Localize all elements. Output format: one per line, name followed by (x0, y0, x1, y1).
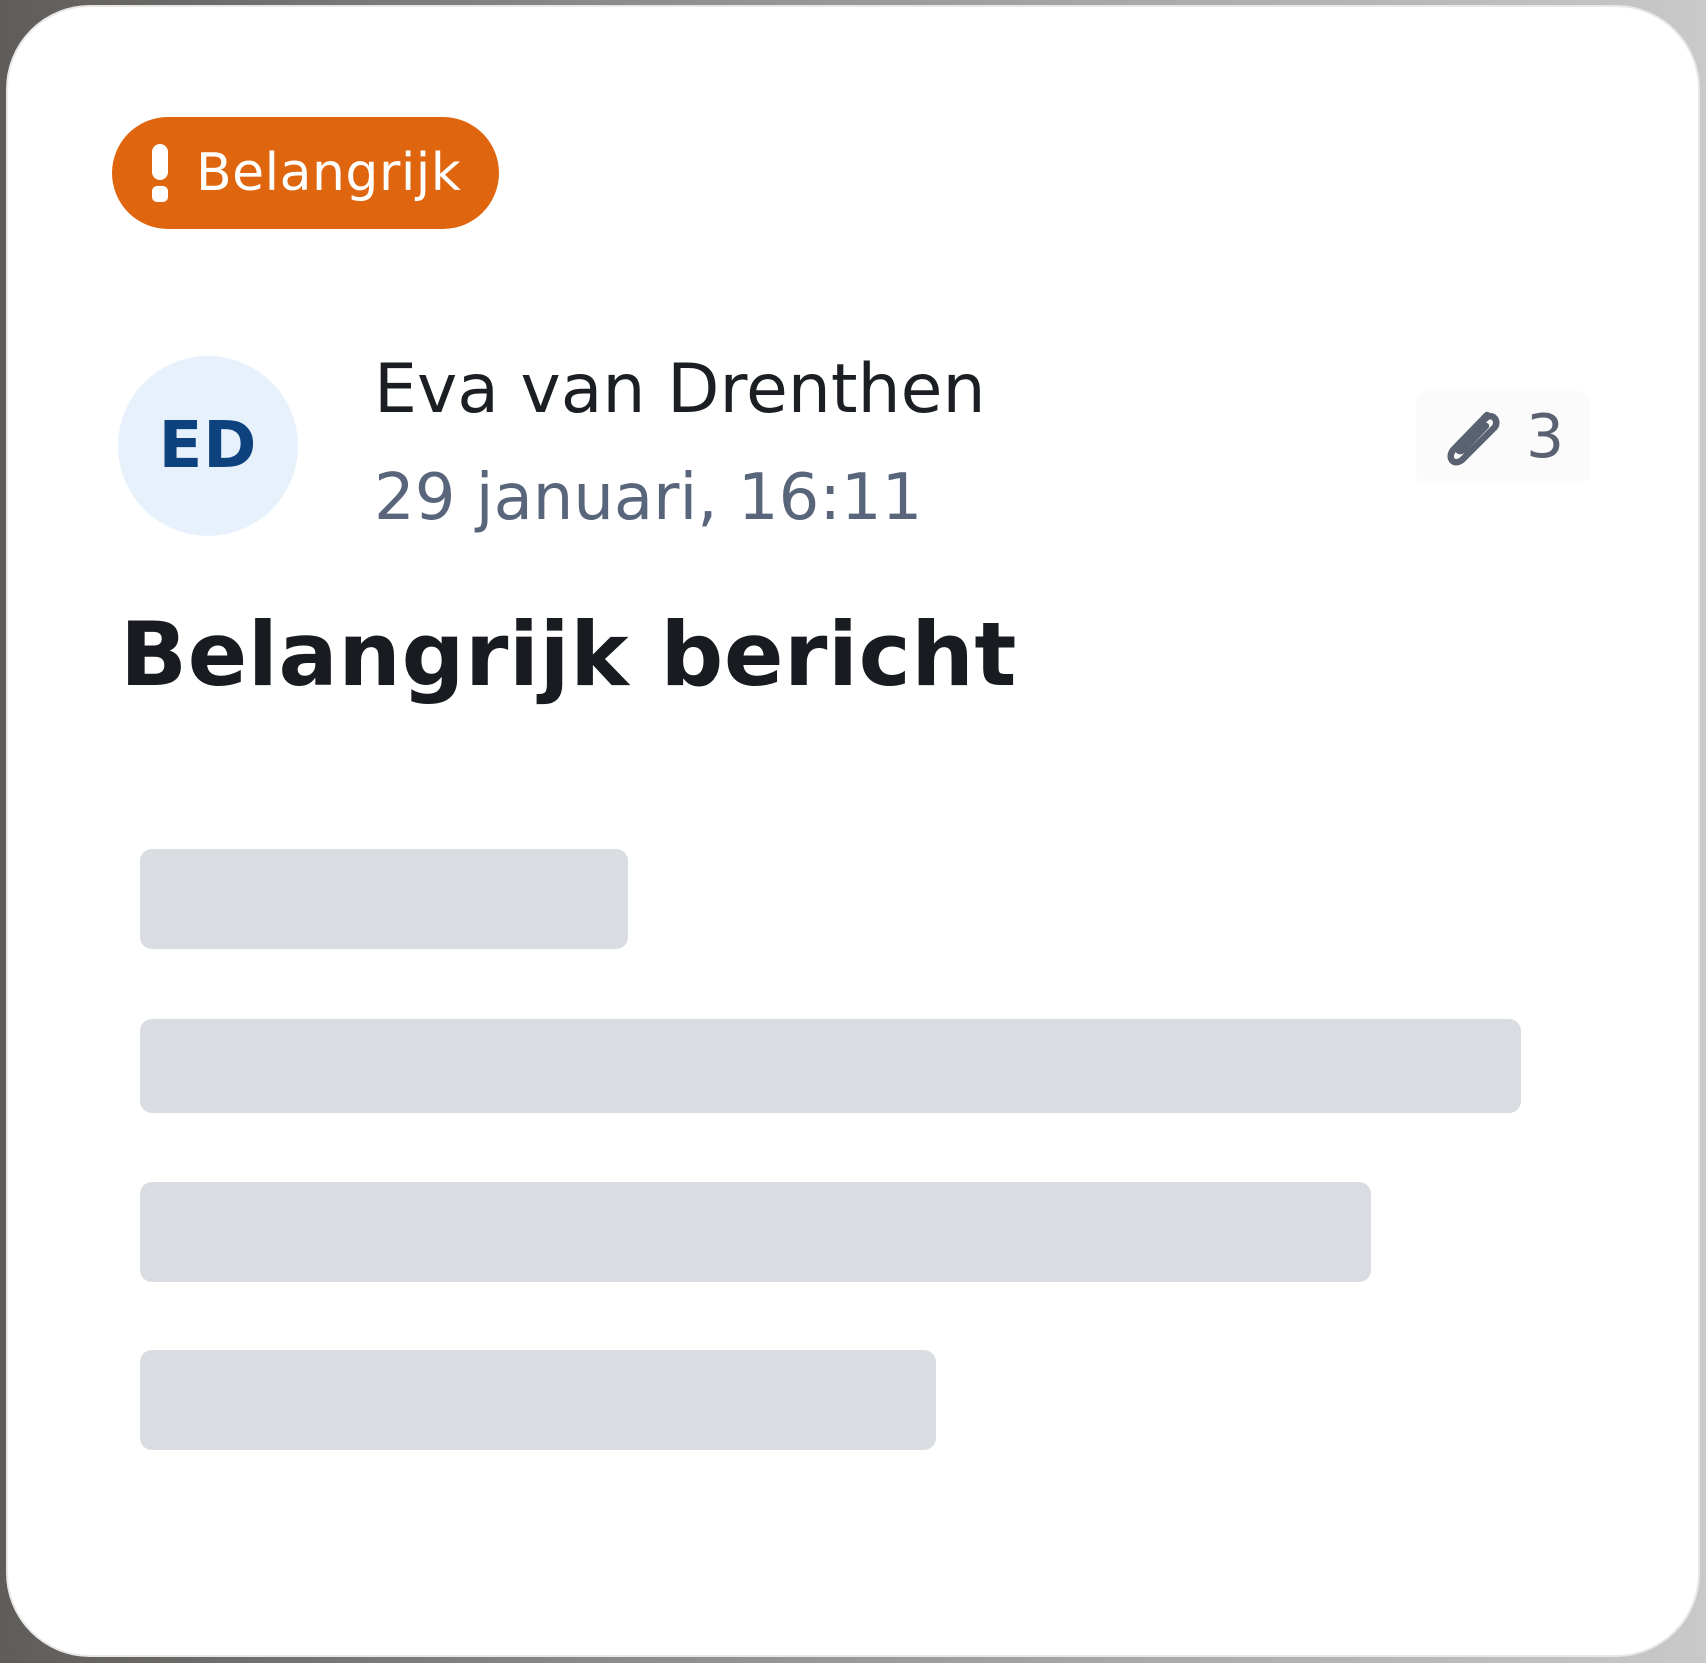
content-placeholder-line (140, 1182, 1371, 1282)
sender-name: Eva van Drenthen (374, 350, 986, 429)
message-timestamp: 29 januari, 16:11 (374, 461, 923, 535)
exclamation-icon (146, 144, 174, 202)
avatar: ED (118, 356, 298, 536)
attachment-count: 3 (1526, 402, 1565, 472)
message-card[interactable]: Belangrijk ED Eva van Drenthen 29 januar… (6, 5, 1700, 1657)
priority-badge: Belangrijk (112, 117, 500, 229)
content-placeholder-line (140, 1019, 1521, 1113)
content-placeholder-line (140, 1350, 936, 1450)
message-subject: Belangrijk bericht (120, 603, 1017, 706)
content-placeholder-line (140, 849, 628, 949)
avatar-initials: ED (158, 409, 258, 483)
priority-badge-label: Belangrijk (196, 143, 462, 203)
paperclip-icon (1447, 411, 1500, 466)
attachment-indicator[interactable]: 3 (1416, 391, 1591, 483)
page-background: Belangrijk ED Eva van Drenthen 29 januar… (0, 0, 1706, 1663)
